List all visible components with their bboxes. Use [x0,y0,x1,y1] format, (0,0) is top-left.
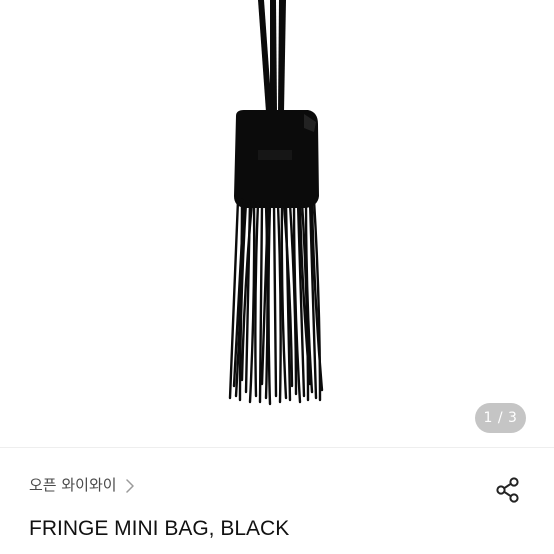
product-page: 1 / 3 오픈 와이와이 FRINGE MINI BAG, BLACK [0,0,554,554]
fringe-strand [267,203,272,406]
store-name: 오픈 와이와이 [29,476,117,494]
product-image [228,0,324,406]
product-image-carousel[interactable]: 1 / 3 [0,0,554,447]
image-pager-counter: 1 / 3 [475,403,526,433]
bag-fringe [228,198,324,406]
fringe-strand [272,203,278,398]
store-link[interactable]: 오픈 와이와이 [29,474,135,496]
divider [0,447,554,448]
share-button[interactable] [494,476,522,504]
fringe-strand [248,201,256,404]
bag-strap [258,0,286,112]
fringe-strand [254,201,260,398]
product-title: FRINGE MINI BAG, BLACK [29,517,290,540]
share-icon [496,477,519,503]
bag-body [234,110,319,208]
fringe-strand [276,203,282,404]
chevron-right-icon [125,478,135,493]
